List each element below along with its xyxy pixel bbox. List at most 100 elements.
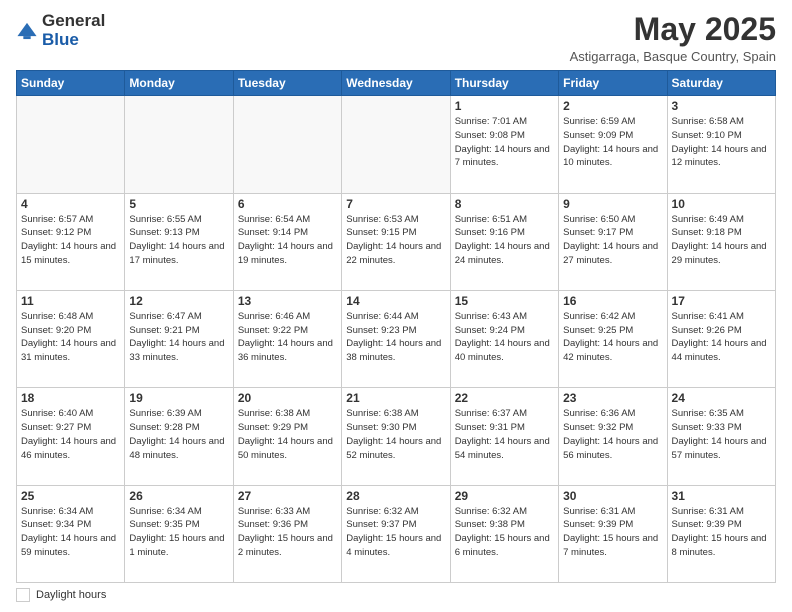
week-row-2: 4 Sunrise: 6:57 AM Sunset: 9:12 PM Daylig…: [17, 193, 776, 290]
day-number: 21: [346, 391, 445, 405]
day-info: Sunrise: 6:32 AM Sunset: 9:37 PM Dayligh…: [346, 505, 445, 560]
day-number: 14: [346, 294, 445, 308]
day-number: 11: [21, 294, 120, 308]
day-info: Sunrise: 6:44 AM Sunset: 9:23 PM Dayligh…: [346, 310, 445, 365]
calendar-cell: 28 Sunrise: 6:32 AM Sunset: 9:37 PM Dayli…: [342, 485, 450, 582]
day-number: 25: [21, 489, 120, 503]
calendar-cell: 7 Sunrise: 6:53 AM Sunset: 9:15 PM Daylig…: [342, 193, 450, 290]
week-row-4: 18 Sunrise: 6:40 AM Sunset: 9:27 PM Dayli…: [17, 388, 776, 485]
day-info: Sunrise: 6:39 AM Sunset: 9:28 PM Dayligh…: [129, 407, 228, 462]
day-number: 28: [346, 489, 445, 503]
calendar-cell: 6Sunrise: 6:54 AM Sunset: 9:14 PM Daylig…: [233, 193, 341, 290]
calendar-cell: 19Sunrise: 6:39 AM Sunset: 9:28 PM Dayli…: [125, 388, 233, 485]
day-info: Sunrise: 6:31 AM Sunset: 9:39 PM Dayligh…: [563, 505, 662, 560]
day-info: Sunrise: 6:53 AM Sunset: 9:15 PM Dayligh…: [346, 213, 445, 268]
day-number: 17: [672, 294, 771, 308]
day-number: 4: [21, 197, 120, 211]
footer: Daylight hours: [16, 588, 776, 602]
daylight-box: [16, 588, 30, 602]
day-info: Sunrise: 6:58 AM Sunset: 9:10 PM Dayligh…: [672, 115, 771, 170]
day-number: 18: [21, 391, 120, 405]
day-info: Sunrise: 6:51 AM Sunset: 9:16 PM Dayligh…: [455, 213, 554, 268]
calendar-cell: 31Sunrise: 6:31 AM Sunset: 9:39 PM Dayli…: [667, 485, 775, 582]
calendar-cell: 20Sunrise: 6:38 AM Sunset: 9:29 PM Dayli…: [233, 388, 341, 485]
logo-general: General: [42, 12, 105, 31]
calendar-cell: 3 Sunrise: 6:58 AM Sunset: 9:10 PM Daylig…: [667, 96, 775, 193]
calendar-cell: 14 Sunrise: 6:44 AM Sunset: 9:23 PM Dayli…: [342, 290, 450, 387]
day-info: Sunrise: 6:38 AM Sunset: 9:30 PM Dayligh…: [346, 407, 445, 462]
day-number: 23: [563, 391, 662, 405]
calendar-cell: 13Sunrise: 6:46 AM Sunset: 9:22 PM Dayli…: [233, 290, 341, 387]
calendar-cell: [125, 96, 233, 193]
calendar-cell: [17, 96, 125, 193]
day-number: 24: [672, 391, 771, 405]
calendar-cell: 1 Sunrise: 7:01 AM Sunset: 9:08 PM Daylig…: [450, 96, 558, 193]
day-number: 16: [563, 294, 662, 308]
week-row-1: 1 Sunrise: 7:01 AM Sunset: 9:08 PM Daylig…: [17, 96, 776, 193]
header: General Blue May 2025 Astigarraga, Basqu…: [16, 12, 776, 64]
day-number: 5: [129, 197, 228, 211]
day-number: 12: [129, 294, 228, 308]
calendar-cell: [233, 96, 341, 193]
calendar-cell: 26Sunrise: 6:34 AM Sunset: 9:35 PM Dayli…: [125, 485, 233, 582]
calendar-cell: 10 Sunrise: 6:49 AM Sunset: 9:18 PM Dayli…: [667, 193, 775, 290]
calendar-cell: 17 Sunrise: 6:41 AM Sunset: 9:26 PM Dayli…: [667, 290, 775, 387]
day-info: Sunrise: 6:43 AM Sunset: 9:24 PM Dayligh…: [455, 310, 554, 365]
calendar-cell: 24 Sunrise: 6:35 AM Sunset: 9:33 PM Dayli…: [667, 388, 775, 485]
day-info: Sunrise: 6:59 AM Sunset: 9:09 PM Dayligh…: [563, 115, 662, 170]
calendar-cell: 27 Sunrise: 6:33 AM Sunset: 9:36 PM Dayli…: [233, 485, 341, 582]
day-info: Sunrise: 6:37 AM Sunset: 9:31 PM Dayligh…: [455, 407, 554, 462]
day-number: 3: [672, 99, 771, 113]
day-number: 7: [346, 197, 445, 211]
day-info: Sunrise: 6:55 AM Sunset: 9:13 PM Dayligh…: [129, 213, 228, 268]
header-sunday: Sunday: [17, 71, 125, 96]
calendar-cell: 9 Sunrise: 6:50 AM Sunset: 9:17 PM Daylig…: [559, 193, 667, 290]
header-friday: Friday: [559, 71, 667, 96]
calendar-cell: 11Sunrise: 6:48 AM Sunset: 9:20 PM Dayli…: [17, 290, 125, 387]
header-saturday: Saturday: [667, 71, 775, 96]
calendar-cell: 2Sunrise: 6:59 AM Sunset: 9:09 PM Daylig…: [559, 96, 667, 193]
day-number: 31: [672, 489, 771, 503]
day-number: 15: [455, 294, 554, 308]
day-info: Sunrise: 6:33 AM Sunset: 9:36 PM Dayligh…: [238, 505, 337, 560]
day-info: Sunrise: 6:50 AM Sunset: 9:17 PM Dayligh…: [563, 213, 662, 268]
day-number: 20: [238, 391, 337, 405]
logo-blue: Blue: [42, 31, 105, 50]
day-number: 6: [238, 197, 337, 211]
day-number: 30: [563, 489, 662, 503]
month-title: May 2025: [570, 12, 776, 47]
calendar-cell: [342, 96, 450, 193]
day-number: 10: [672, 197, 771, 211]
day-info: Sunrise: 6:41 AM Sunset: 9:26 PM Dayligh…: [672, 310, 771, 365]
calendar-cell: 12 Sunrise: 6:47 AM Sunset: 9:21 PM Dayli…: [125, 290, 233, 387]
calendar-cell: 4 Sunrise: 6:57 AM Sunset: 9:12 PM Daylig…: [17, 193, 125, 290]
day-number: 29: [455, 489, 554, 503]
week-row-5: 25 Sunrise: 6:34 AM Sunset: 9:34 PM Dayli…: [17, 485, 776, 582]
calendar-table: SundayMondayTuesdayWednesdayThursdayFrid…: [16, 70, 776, 583]
day-number: 9: [563, 197, 662, 211]
header-thursday: Thursday: [450, 71, 558, 96]
calendar-cell: 8 Sunrise: 6:51 AM Sunset: 9:16 PM Daylig…: [450, 193, 558, 290]
calendar-cell: 18 Sunrise: 6:40 AM Sunset: 9:27 PM Dayli…: [17, 388, 125, 485]
day-info: Sunrise: 6:57 AM Sunset: 9:12 PM Dayligh…: [21, 213, 120, 268]
header-wednesday: Wednesday: [342, 71, 450, 96]
day-info: Sunrise: 6:34 AM Sunset: 9:35 PM Dayligh…: [129, 505, 228, 560]
calendar-cell: 29Sunrise: 6:32 AM Sunset: 9:38 PM Dayli…: [450, 485, 558, 582]
logo-icon: [16, 20, 38, 42]
day-info: Sunrise: 6:36 AM Sunset: 9:32 PM Dayligh…: [563, 407, 662, 462]
day-number: 8: [455, 197, 554, 211]
day-info: Sunrise: 6:49 AM Sunset: 9:18 PM Dayligh…: [672, 213, 771, 268]
title-block: May 2025 Astigarraga, Basque Country, Sp…: [570, 12, 776, 64]
day-number: 13: [238, 294, 337, 308]
day-info: Sunrise: 6:35 AM Sunset: 9:33 PM Dayligh…: [672, 407, 771, 462]
day-number: 1: [455, 99, 554, 113]
day-info: Sunrise: 6:47 AM Sunset: 9:21 PM Dayligh…: [129, 310, 228, 365]
day-info: Sunrise: 6:34 AM Sunset: 9:34 PM Dayligh…: [21, 505, 120, 560]
day-info: Sunrise: 6:40 AM Sunset: 9:27 PM Dayligh…: [21, 407, 120, 462]
day-info: Sunrise: 7:01 AM Sunset: 9:08 PM Dayligh…: [455, 115, 554, 170]
calendar-cell: 23 Sunrise: 6:36 AM Sunset: 9:32 PM Dayli…: [559, 388, 667, 485]
calendar-cell: 21 Sunrise: 6:38 AM Sunset: 9:30 PM Dayli…: [342, 388, 450, 485]
day-number: 27: [238, 489, 337, 503]
location-subtitle: Astigarraga, Basque Country, Spain: [570, 49, 776, 64]
calendar-cell: 25 Sunrise: 6:34 AM Sunset: 9:34 PM Dayli…: [17, 485, 125, 582]
